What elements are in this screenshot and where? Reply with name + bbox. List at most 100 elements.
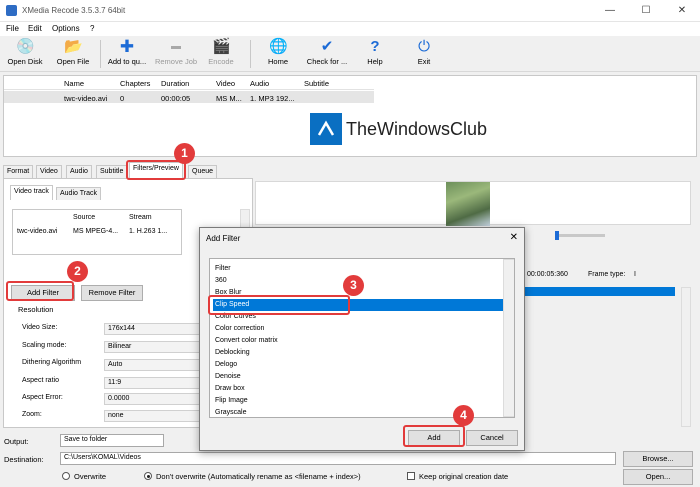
open-button[interactable]: Open... xyxy=(623,469,693,485)
list-item[interactable]: Draw box xyxy=(213,383,503,395)
window-title: XMedia Recode 3.5.3.7 64bit xyxy=(22,6,126,15)
progress-bar xyxy=(525,287,675,296)
column-chapters[interactable]: Chapters xyxy=(120,79,150,88)
home-button[interactable]: 🌐 Home xyxy=(260,36,296,72)
menu-options[interactable]: Options xyxy=(52,24,80,33)
menu-edit[interactable]: Edit xyxy=(28,24,42,33)
maximize-button[interactable]: ☐ xyxy=(628,0,664,22)
callout-box-add-filter xyxy=(6,281,74,301)
close-button[interactable]: ✕ xyxy=(664,0,700,22)
file-list-header: Name Chapters Duration Video Audio Subti… xyxy=(4,76,374,90)
check-arrow-icon: ✔ xyxy=(320,38,334,55)
overwrite-radio[interactable] xyxy=(62,472,70,480)
toolbar-separator xyxy=(250,40,251,68)
frame-type-label: Frame type: xyxy=(588,271,626,278)
keep-date-checkbox[interactable] xyxy=(407,472,415,480)
file-list[interactable]: Name Chapters Duration Video Audio Subti… xyxy=(3,75,697,157)
minimize-button[interactable]: — xyxy=(592,0,628,22)
remove-filter-button[interactable]: Remove Filter xyxy=(81,285,143,301)
cancel-button[interactable]: Cancel xyxy=(466,430,518,446)
preview-thumbnail xyxy=(446,182,490,226)
add-to-queue-button[interactable]: ✚ Add to qu... xyxy=(104,36,150,72)
tab-audio[interactable]: Audio xyxy=(66,165,92,178)
resolution-title: Resolution xyxy=(18,305,54,314)
output-label: Output: xyxy=(4,437,29,446)
video-size-field[interactable]: 176x144 xyxy=(104,323,204,335)
column-duration[interactable]: Duration xyxy=(161,79,189,88)
watermark-text: TheWindowsClub xyxy=(346,119,488,139)
add-filter-dialog: Add Filter ✕ Filter 360 Box Blur Clip Sp… xyxy=(199,227,525,451)
power-icon: ⏻ xyxy=(418,38,430,55)
watermark-logo xyxy=(310,113,342,145)
toolbar-separator xyxy=(100,40,101,68)
aspect-error-field[interactable]: 0.0000 xyxy=(104,393,204,405)
dialog-title: Add Filter xyxy=(206,234,241,243)
zoom-select[interactable]: none xyxy=(104,410,204,422)
keep-date-label: Keep original creation date xyxy=(419,472,509,481)
scaling-mode-select[interactable]: Bilinear xyxy=(104,341,204,353)
disc-icon: 💿 xyxy=(16,38,35,55)
preview-time: 00:00:05:360 xyxy=(527,271,568,278)
step-badge-4: 4 xyxy=(453,405,474,426)
check-for-updates-button[interactable]: ✔ Check for ... xyxy=(302,36,352,72)
clapper-icon: 🎬 xyxy=(212,38,231,55)
remove-job-button[interactable]: ▬ Remove Job xyxy=(152,36,200,72)
app-icon xyxy=(6,5,17,16)
frame-type-value: I xyxy=(634,271,636,278)
tab-video[interactable]: Video xyxy=(36,165,62,178)
folder-icon: 📂 xyxy=(64,38,83,55)
preview-slider[interactable] xyxy=(555,231,605,240)
column-video[interactable]: Video xyxy=(216,79,235,88)
filter-list-header: Filter xyxy=(215,265,231,272)
destination-input[interactable]: C:\Users\KOMAL\Videos xyxy=(60,452,616,465)
list-item[interactable]: Convert color matrix xyxy=(213,335,503,347)
callout-box-add xyxy=(403,425,465,447)
step-badge-3: 3 xyxy=(343,275,364,296)
dithering-select[interactable]: Auto xyxy=(104,359,204,371)
tab-queue[interactable]: Queue xyxy=(188,165,218,178)
scrollbar[interactable] xyxy=(681,287,691,427)
output-select[interactable]: Save to folder xyxy=(60,434,164,447)
dont-overwrite-label: Don't overwrite (Automatically rename as… xyxy=(156,472,361,481)
help-button[interactable]: ? Help xyxy=(358,36,392,72)
tab-format[interactable]: Format xyxy=(3,165,34,178)
preview-area xyxy=(255,181,691,226)
dont-overwrite-radio[interactable] xyxy=(144,472,152,480)
table-row[interactable]: twc-video.avi 0 00:00:05 MS M... 1. MP3 … xyxy=(4,91,374,103)
tab-audio-track[interactable]: Audio Track xyxy=(56,187,101,200)
tab-video-track[interactable]: Video track xyxy=(10,185,53,200)
column-name[interactable]: Name xyxy=(64,79,84,88)
title-bar: XMedia Recode 3.5.3.7 64bit — ☐ ✕ xyxy=(0,0,700,22)
scrollbar[interactable] xyxy=(503,259,514,417)
slider-thumb[interactable] xyxy=(555,231,559,240)
menu-help[interactable]: ? xyxy=(90,24,94,33)
callout-box-filters-tab xyxy=(126,160,186,180)
step-badge-1: 1 xyxy=(174,143,195,164)
browse-button[interactable]: Browse... xyxy=(623,451,693,467)
step-badge-2: 2 xyxy=(67,261,88,282)
tab-subtitle[interactable]: Subtitle xyxy=(96,165,128,178)
menu-file[interactable]: File xyxy=(6,24,19,33)
open-file-button[interactable]: 📂 Open File xyxy=(52,36,94,72)
column-audio[interactable]: Audio xyxy=(250,79,269,88)
callout-box-clip-speed xyxy=(208,295,350,315)
destination-label: Destination: xyxy=(4,455,44,464)
toolbar: 💿 Open Disk 📂 Open File ✚ Add to qu... ▬… xyxy=(0,36,700,72)
list-item[interactable]: Delogo xyxy=(213,359,503,371)
column-subtitle[interactable]: Subtitle xyxy=(304,79,329,88)
list-item[interactable]: Color correction xyxy=(213,323,503,335)
plus-icon: ✚ xyxy=(119,37,135,56)
list-item[interactable]: twc-video.avi xyxy=(17,228,57,235)
stream-list[interactable]: Source Stream twc-video.avi MS MPEG-4...… xyxy=(12,209,182,255)
menu-bar: File Edit Options ? xyxy=(0,22,700,36)
overwrite-label: Overwrite xyxy=(74,472,107,481)
encode-button[interactable]: 🎬 Encode xyxy=(204,36,238,72)
question-icon: ? xyxy=(370,38,380,55)
open-disk-button[interactable]: 💿 Open Disk xyxy=(2,36,48,72)
aspect-ratio-select[interactable]: 11:9 xyxy=(104,377,204,389)
exit-button[interactable]: ⏻ Exit xyxy=(408,36,440,72)
minus-icon: ▬ xyxy=(171,41,181,52)
list-item[interactable]: Deblocking xyxy=(213,347,503,359)
dialog-close-button[interactable]: ✕ xyxy=(510,232,518,243)
list-item[interactable]: Denoise xyxy=(213,371,503,383)
